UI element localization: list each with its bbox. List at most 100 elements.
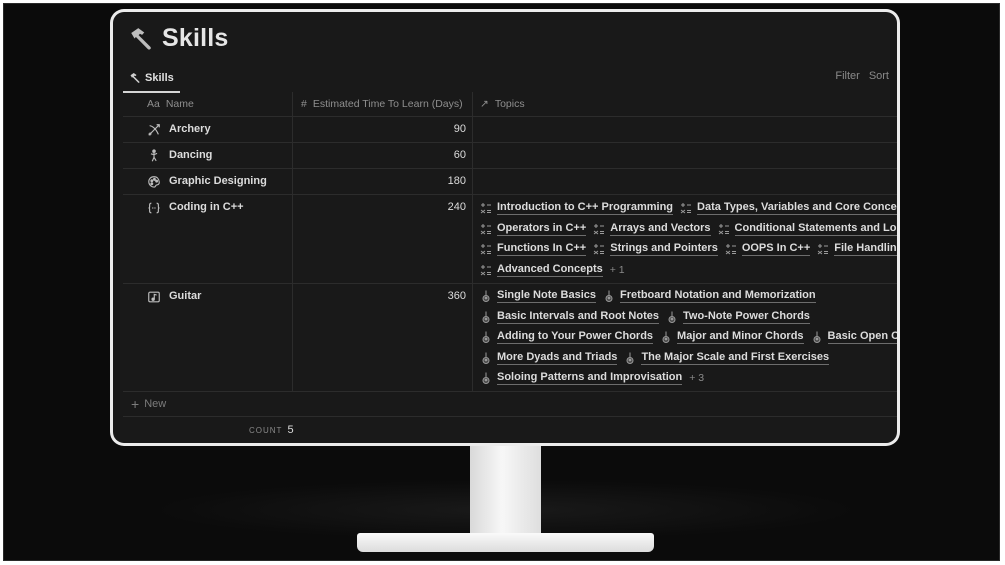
topic-link[interactable]: Major and Minor Chords bbox=[660, 330, 804, 345]
monitor-bezel: Skills Skills Filter Sort Aa Name # Esti… bbox=[110, 9, 900, 446]
view-tab-label: Skills bbox=[145, 71, 174, 84]
column-header-days[interactable]: # Estimated Time To Learn (Days) bbox=[293, 92, 473, 116]
guitar-icon bbox=[482, 331, 490, 344]
topic-link[interactable]: More Dyads and Triads bbox=[480, 351, 618, 365]
topic-line: More Dyads and Triads The Major Scale an… bbox=[480, 348, 897, 369]
name-cell[interactable]: Dancing bbox=[123, 143, 293, 168]
hammer-icon bbox=[130, 72, 140, 83]
column-header-name[interactable]: Aa Name bbox=[123, 92, 293, 116]
topic-link[interactable]: Introduction to C++ Programming bbox=[480, 201, 674, 216]
text-property-icon: Aa bbox=[147, 98, 160, 110]
more-topics-count[interactable]: + 3 bbox=[689, 372, 704, 384]
row-name: Archery bbox=[169, 123, 211, 135]
count-label: COUNT bbox=[249, 425, 283, 435]
row-name: Coding in C++ bbox=[169, 201, 244, 213]
column-label: Estimated Time To Learn (Days) bbox=[312, 98, 463, 110]
topic-link[interactable]: Basic Open Chord bbox=[811, 330, 897, 345]
topic-link[interactable]: Data Types, Variables and Core Concepts bbox=[680, 201, 897, 216]
name-cell[interactable]: Archery bbox=[123, 117, 293, 142]
name-cell[interactable]: Graphic Designing bbox=[123, 169, 293, 194]
guitar-icon bbox=[482, 352, 490, 364]
page-title: Skills bbox=[162, 24, 229, 52]
math-operations-icon bbox=[718, 223, 729, 235]
math-operations-icon bbox=[593, 244, 605, 255]
new-row-label: New bbox=[144, 398, 167, 410]
topic-link[interactable]: Arrays and Vectors bbox=[593, 222, 711, 236]
monitor-stand-neck bbox=[470, 446, 541, 536]
guitar-icon bbox=[662, 331, 670, 344]
topic-link[interactable]: File Handling In bbox=[817, 242, 897, 257]
math-operations-icon bbox=[593, 223, 605, 235]
topic-line: Introduction to C++ Programming Data Typ… bbox=[480, 198, 897, 219]
new-row-button[interactable]: + New bbox=[123, 392, 897, 417]
math-operations-icon bbox=[480, 244, 491, 255]
topic-link[interactable]: Two-Note Power Chords bbox=[666, 310, 810, 324]
guitar-icon bbox=[813, 331, 821, 344]
topics-cell[interactable] bbox=[473, 169, 897, 194]
dancer-icon bbox=[150, 149, 158, 162]
more-topics-count[interactable]: + 1 bbox=[610, 264, 625, 276]
topic-link[interactable]: Conditional Statements and Loops bbox=[718, 222, 897, 236]
guitar-icon bbox=[605, 290, 613, 303]
topic-link[interactable]: Adding to Your Power Chords bbox=[480, 330, 654, 345]
relation-property-icon: ↗ bbox=[480, 98, 489, 110]
code-braces-icon bbox=[148, 202, 160, 214]
table-row[interactable]: Graphic Designing 180 bbox=[123, 169, 897, 195]
column-label: Name bbox=[165, 98, 194, 110]
math-operations-icon bbox=[725, 244, 736, 255]
days-cell[interactable]: 180 bbox=[293, 169, 473, 194]
topic-line: Soloing Patterns and Improvisation + 3 bbox=[480, 368, 897, 389]
table-row[interactable]: Coding in C++ 240 Introduction to C++ Pr… bbox=[123, 195, 897, 284]
guitar-icon bbox=[482, 311, 490, 323]
topic-link[interactable]: Strings and Pointers bbox=[593, 242, 718, 257]
guitar-icon bbox=[668, 311, 676, 323]
topics-cell[interactable]: Introduction to C++ Programming Data Typ… bbox=[473, 195, 897, 283]
view-actions: Filter Sort bbox=[835, 70, 889, 82]
topic-link[interactable]: The Major Scale and First Exercises bbox=[624, 351, 830, 365]
topic-link[interactable]: Functions In C++ bbox=[480, 242, 587, 257]
topic-link[interactable]: Fretboard Notation and Memorization bbox=[603, 289, 816, 304]
topic-link[interactable]: Single Note Basics bbox=[480, 289, 597, 304]
palette-icon bbox=[148, 176, 160, 188]
page-header: Skills bbox=[128, 24, 229, 53]
count-value: 5 bbox=[287, 424, 294, 436]
topics-cell[interactable] bbox=[473, 117, 897, 142]
math-operations-icon bbox=[480, 264, 491, 276]
topic-line: Adding to Your Power Chords Major and Mi… bbox=[480, 327, 897, 348]
topic-link[interactable]: OOPS In C++ bbox=[725, 242, 811, 257]
topic-line: Basic Intervals and Root Notes Two-Note … bbox=[480, 307, 897, 328]
sort-button[interactable]: Sort bbox=[869, 70, 889, 82]
topic-link[interactable]: Operators in C++ bbox=[480, 222, 587, 236]
days-cell[interactable]: 60 bbox=[293, 143, 473, 168]
name-cell[interactable]: Guitar bbox=[123, 284, 293, 391]
guitar-icon bbox=[482, 290, 490, 303]
skills-table: Aa Name # Estimated Time To Learn (Days)… bbox=[123, 92, 897, 443]
math-operations-icon bbox=[480, 203, 491, 214]
topic-link[interactable]: Advanced Concepts bbox=[480, 263, 603, 277]
table-row[interactable]: Dancing 60 bbox=[123, 143, 897, 169]
plus-icon: + bbox=[131, 396, 140, 412]
topic-link[interactable]: Basic Intervals and Root Notes bbox=[480, 310, 659, 324]
music-sheet-icon bbox=[148, 291, 160, 303]
math-operations-icon bbox=[480, 223, 491, 235]
topics-cell[interactable]: Single Note Basics Fretboard Notation an… bbox=[473, 284, 897, 391]
days-cell[interactable]: 240 bbox=[293, 195, 473, 283]
bow-arrow-icon bbox=[148, 124, 160, 136]
table-row[interactable]: Guitar 360 Single Note Basics Fretboard … bbox=[123, 284, 897, 392]
table-row[interactable]: Archery 90 bbox=[123, 117, 897, 143]
view-tab-skills[interactable]: Skills bbox=[123, 64, 180, 93]
notion-database-screen: Skills Skills Filter Sort Aa Name # Esti… bbox=[113, 12, 897, 443]
table-header: Aa Name # Estimated Time To Learn (Days)… bbox=[123, 92, 897, 117]
name-cell[interactable]: Coding in C++ bbox=[123, 195, 293, 283]
days-cell[interactable]: 360 bbox=[293, 284, 473, 391]
topic-link[interactable]: Soloing Patterns and Improvisation bbox=[480, 371, 683, 386]
monitor-stand-base bbox=[357, 533, 654, 552]
topics-cell[interactable] bbox=[473, 143, 897, 168]
view-bar: Skills Filter Sort bbox=[113, 64, 897, 93]
filter-button[interactable]: Filter bbox=[835, 70, 859, 82]
days-cell[interactable]: 90 bbox=[293, 117, 473, 142]
hammer-icon bbox=[131, 27, 151, 50]
row-name: Graphic Designing bbox=[169, 175, 267, 187]
topic-line: Functions In C++ Strings and Pointers OO… bbox=[480, 239, 897, 260]
column-header-topics[interactable]: ↗ Topics bbox=[473, 92, 897, 116]
